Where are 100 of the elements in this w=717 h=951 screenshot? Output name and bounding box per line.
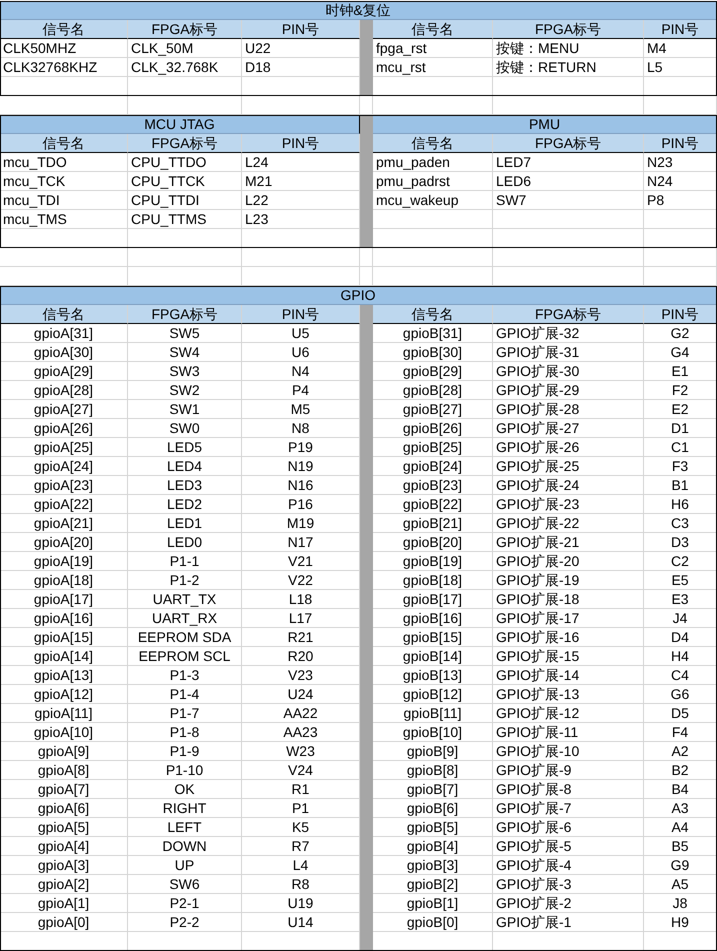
table-cell: GPIO扩展-5 [493,837,644,856]
table-cell: gpioA[13] [0,666,128,685]
table-cell: gpioB[31] [373,324,493,343]
table-cell: LED6 [493,172,644,191]
table-cell: LED0 [128,533,242,552]
table-cell: gpioB[2] [373,875,493,894]
table-cell: gpioA[21] [0,514,128,533]
table-cell: LED4 [128,457,242,476]
table-cell: H6 [644,495,717,514]
table-cell: GPIO扩展-6 [493,818,644,837]
table-cell: gpioA[16] [0,609,128,628]
column-header: PIN号 [644,305,717,324]
section-title: 时钟&复位 [0,1,717,20]
table-cell: gpioB[9] [373,742,493,761]
table-cell: CLK_32.768K [128,58,242,77]
column-header: 信号名 [373,20,493,39]
table-cell: A4 [644,818,717,837]
table-cell: pmu_padrst [373,172,493,191]
table-cell: GPIO扩展-4 [493,856,644,875]
table-cell: E2 [644,400,717,419]
table-cell: gpioA[19] [0,552,128,571]
table-cell: mcu_TCK [0,172,128,191]
table-cell: CLK32768KHZ [0,58,128,77]
table-cell: LEFT [128,818,242,837]
table-cell: gpioB[7] [373,780,493,799]
table-cell: E1 [644,362,717,381]
table-cell: mcu_rst [373,58,493,77]
table-cell: GPIO扩展-15 [493,647,644,666]
table-cell: gpioB[26] [373,419,493,438]
table-cell: N23 [644,153,717,172]
table-cell: P1-2 [128,571,242,590]
table-cell: F4 [644,723,717,742]
table-cell: GPIO扩展-26 [493,438,644,457]
table-cell: gpioA[4] [0,837,128,856]
table-cell: GPIO扩展-7 [493,799,644,818]
table-cell: gpioB[23] [373,476,493,495]
table-cell: gpioB[21] [373,514,493,533]
table-cell: gpioA[20] [0,533,128,552]
table-cell: GPIO扩展-11 [493,723,644,742]
table-cell: gpioA[30] [0,343,128,362]
table-cell: gpioA[0] [0,913,128,932]
table-cell: CPU_TTDO [128,153,242,172]
table-cell: gpioB[6] [373,799,493,818]
table-cell: EEPROM SDA [128,628,242,647]
table-cell: CLK50MHZ [0,39,128,58]
table-cell: SW3 [128,362,242,381]
table-cell: D3 [644,533,717,552]
table-cell: GPIO扩展-23 [493,495,644,514]
section-title: MCU JTAG [0,115,360,134]
column-header: PIN号 [242,20,360,39]
column-header: 信号名 [0,20,128,39]
table-cell: gpioA[7] [0,780,128,799]
table-cell: GPIO扩展-8 [493,780,644,799]
table-cell: mcu_wakeup [373,191,493,210]
column-header: 信号名 [373,134,493,153]
table-cell: SW6 [128,875,242,894]
table-cell: GPIO扩展-13 [493,685,644,704]
table-cell: mcu_TDI [0,191,128,210]
table-cell: H4 [644,647,717,666]
table-cell: C1 [644,438,717,457]
table-cell: gpioA[9] [0,742,128,761]
table-cell: D4 [644,628,717,647]
table-cell: UP [128,856,242,875]
table-cell: LED5 [128,438,242,457]
table-cell: SW0 [128,419,242,438]
column-header: FPGA标号 [128,20,242,39]
table-cell: J8 [644,894,717,913]
column-header: PIN号 [644,134,717,153]
table-cell: 按键：RETURN [493,58,644,77]
table-cell: GPIO扩展-16 [493,628,644,647]
table-cell: A5 [644,875,717,894]
column-header: 信号名 [0,134,128,153]
column-header: PIN号 [242,134,360,153]
table-cell: gpioA[6] [0,799,128,818]
table-cell: 按键：MENU [493,39,644,58]
table-cell: gpioA[24] [0,457,128,476]
table-cell: GPIO扩展-22 [493,514,644,533]
table-cell: LED2 [128,495,242,514]
table-cell: GPIO扩展-25 [493,457,644,476]
table-cell: GPIO扩展-20 [493,552,644,571]
table-cell: gpioA[12] [0,685,128,704]
table-cell: L5 [644,58,717,77]
section-title: GPIO [0,286,717,305]
table-cell: B1 [644,476,717,495]
table-cell: gpioA[2] [0,875,128,894]
table-cell: F3 [644,457,717,476]
table-cell: gpioA[8] [0,761,128,780]
table-cell: gpioA[27] [0,400,128,419]
table-cell: GPIO扩展-30 [493,362,644,381]
section-title: PMU [373,115,717,134]
table-cell: gpioB[24] [373,457,493,476]
table-cell: gpioA[17] [0,590,128,609]
table-cell: gpioB[19] [373,552,493,571]
table-cell: GPIO扩展-10 [493,742,644,761]
table-cell: gpioB[29] [373,362,493,381]
table-cell: gpioB[0] [373,913,493,932]
table-cell: gpioB[17] [373,590,493,609]
table-cell: gpioB[20] [373,533,493,552]
table-cell: GPIO扩展-12 [493,704,644,723]
table-cell: G6 [644,685,717,704]
